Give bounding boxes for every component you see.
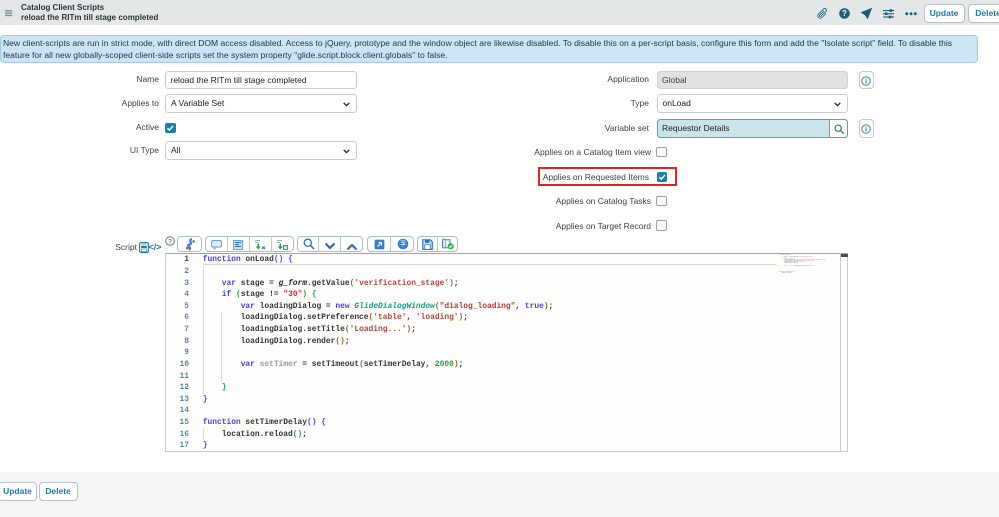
svg-text:?: ? [401, 241, 405, 248]
svg-text:?: ? [168, 238, 172, 245]
svg-text:?: ? [842, 9, 847, 18]
